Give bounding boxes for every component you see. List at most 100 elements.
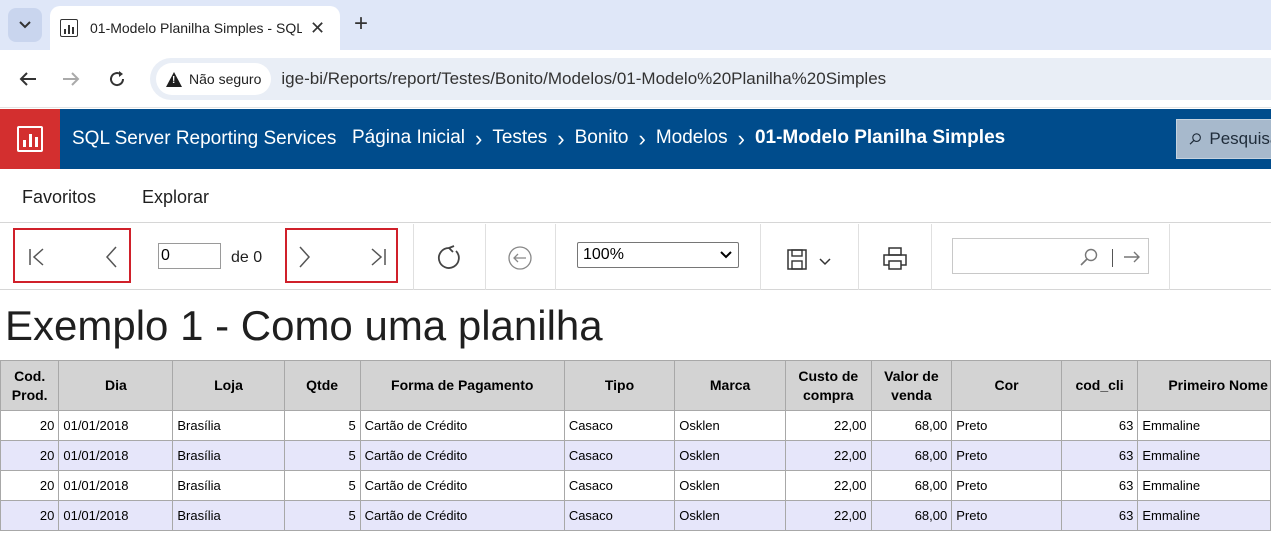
toolbar-divider [1169,224,1170,290]
find-text-input[interactable] [952,238,1149,274]
breadcrumb: Página Inicial › Testes › Bonito › Model… [352,127,1005,149]
print-icon[interactable] [881,246,909,272]
search-icon [1080,248,1098,266]
last-page-icon[interactable] [367,246,389,268]
app-title[interactable]: SQL Server Reporting Services [72,128,336,150]
export-save-icon[interactable] [786,248,834,272]
column-header[interactable]: Qtde [283,360,361,411]
page-count-label: de 0 [231,249,263,266]
browser-tab[interactable]: 01-Modelo Planilha Simples - SQL Server … [50,6,340,50]
cell-primeiro-nome: Emmaline [1137,500,1271,531]
warning-icon [166,71,182,87]
breadcrumb-item-bonito[interactable]: Bonito [575,127,629,149]
back-to-parent-icon[interactable] [507,245,533,271]
page-number-input[interactable] [158,243,221,269]
table-row: 20 01/01/2018 Brasília 5 Cartão de Crédi… [0,410,1271,441]
cell-tipo: Casaco [563,440,676,471]
cell-valor: 68,00 [870,500,953,531]
cell-forma-pagamento: Cartão de Crédito [359,440,565,471]
cell-marca: Osklen [674,410,787,441]
chevron-right-icon: › [475,125,483,151]
breadcrumb-item-home[interactable]: Página Inicial [352,127,465,149]
table-header-row: Cod. Prod. Dia Loja Qtde Forma de Pagame… [0,360,1271,411]
cell-cod-cli: 63 [1060,440,1139,471]
column-header[interactable]: Valor de venda [870,360,953,411]
cell-cod-cli: 63 [1060,410,1139,441]
back-arrow-icon[interactable] [15,66,41,92]
column-header[interactable]: Custo de compra [785,360,872,411]
first-page-icon[interactable] [26,246,48,268]
chevron-right-icon: › [557,125,565,151]
ssrs-logo-icon[interactable] [0,109,60,169]
table-row: 20 01/01/2018 Brasília 5 Cartão de Crédi… [0,470,1271,501]
cell-cod-cli: 63 [1060,470,1139,501]
cell-custo: 22,00 [785,470,872,501]
toolbar-divider [485,224,486,290]
previous-page-icon[interactable] [101,246,123,268]
column-header[interactable]: Cod. Prod. [0,360,60,411]
cell-marca: Osklen [674,470,787,501]
cell-valor: 68,00 [870,410,953,441]
reload-icon[interactable] [104,66,130,92]
toolbar-divider [413,224,414,290]
cell-loja: Brasília [172,440,285,471]
forward-arrow-icon[interactable] [58,66,84,92]
cell-dia: 01/01/2018 [58,440,174,471]
cell-qtde: 5 [283,470,361,501]
zoom-select[interactable]: 100% [577,242,739,268]
search-input[interactable]: Pesquisar [1176,119,1271,159]
ssrs-header: SQL Server Reporting Services Página Ini… [0,109,1271,169]
cell-cor: Preto [951,500,1062,531]
cell-cod-cli: 63 [1060,500,1139,531]
menu-explore[interactable]: Explorar [142,187,209,208]
breadcrumb-item-testes[interactable]: Testes [492,127,547,149]
new-tab-icon[interactable]: + [354,12,368,36]
column-header[interactable]: Dia [58,360,174,411]
zoom-value: 100% [583,246,624,263]
cell-valor: 68,00 [870,470,953,501]
column-header[interactable]: Forma de Pagamento [359,360,565,411]
column-header[interactable]: Loja [172,360,285,411]
cell-forma-pagamento: Cartão de Crédito [359,410,565,441]
report-title: Exemplo 1 - Como uma planilha [5,302,603,349]
cell-forma-pagamento: Cartão de Crédito [359,500,565,531]
report-favicon-icon [60,19,78,37]
close-tab-icon[interactable]: ✕ [310,18,325,39]
tab-title: 01-Modelo Planilha Simples - SQL Server … [90,20,302,36]
column-header[interactable]: Tipo [563,360,676,411]
omnibox[interactable]: Não seguro ige-bi/Reports/report/Testes/… [150,58,1271,100]
cell-tipo: Casaco [563,410,676,441]
cell-cor: Preto [951,440,1062,471]
column-header[interactable]: Marca [674,360,787,411]
chevron-right-icon: › [638,125,646,151]
browser-tab-bar: 01-Modelo Planilha Simples - SQL Server … [0,0,1271,50]
report-toolbar: de 0 100% [0,224,1271,290]
cell-qtde: 5 [283,500,361,531]
address-bar-row: Não seguro ige-bi/Reports/report/Testes/… [0,50,1271,108]
refresh-icon[interactable] [435,244,463,272]
dropdown-arrow-icon [720,251,732,259]
breadcrumb-item-modelos[interactable]: Modelos [656,127,728,149]
cell-qtde: 5 [283,410,361,441]
url-text[interactable]: ige-bi/Reports/report/Testes/Bonito/Mode… [281,69,886,89]
cell-loja: Brasília [172,500,285,531]
column-header[interactable]: Cor [951,360,1062,411]
find-next-arrow-icon[interactable] [1123,249,1141,265]
cell-marca: Osklen [674,500,787,531]
cell-primeiro-nome: Emmaline [1137,440,1271,471]
next-page-icon[interactable] [293,246,315,268]
cell-custo: 22,00 [785,410,872,441]
tab-search-button[interactable] [8,8,42,42]
column-header[interactable]: Primeiro Nome [1137,360,1271,411]
security-label: Não seguro [189,71,262,87]
menu-favorites[interactable]: Favoritos [22,187,96,208]
cell-loja: Brasília [172,470,285,501]
cell-tipo: Casaco [563,470,676,501]
cell-dia: 01/01/2018 [58,410,174,441]
breadcrumb-current: 01-Modelo Planilha Simples [754,127,1006,148]
column-header[interactable]: cod_cli [1060,360,1139,411]
cell-cor: Preto [951,410,1062,441]
search-placeholder: Pesquisar [1209,129,1271,148]
table-row: 20 01/01/2018 Brasília 5 Cartão de Crédi… [0,500,1271,531]
security-chip[interactable]: Não seguro [156,63,272,95]
